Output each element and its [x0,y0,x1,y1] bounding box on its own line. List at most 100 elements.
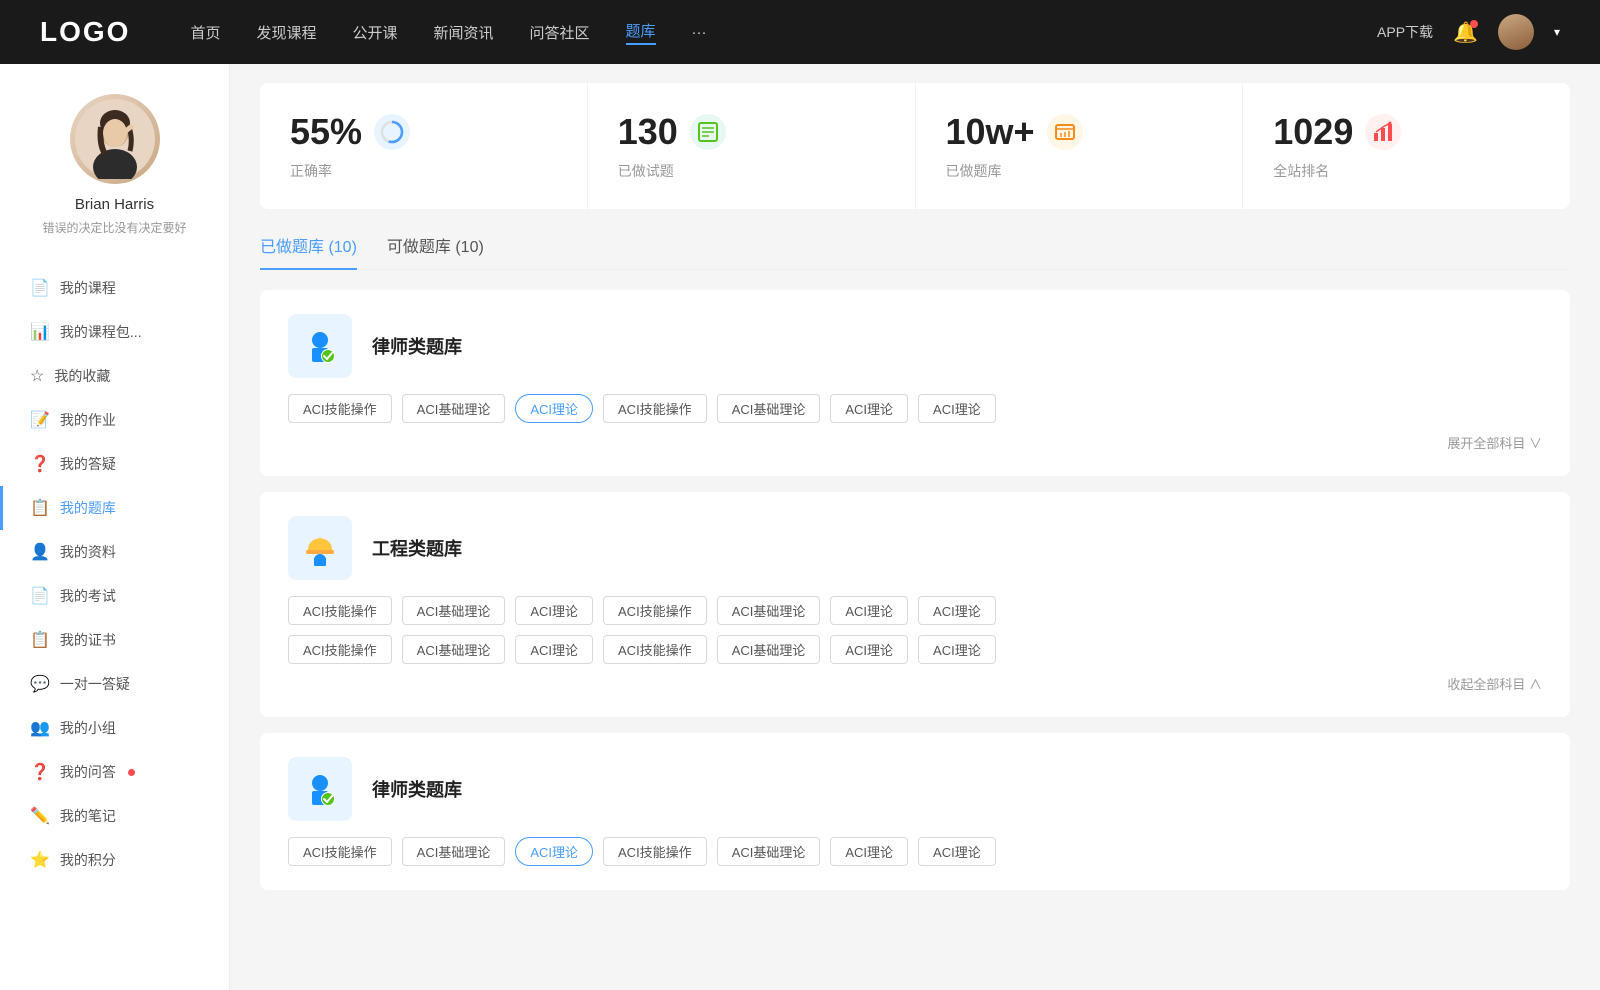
sidebar-item-course-pack-label: 我的课程包... [60,322,142,342]
tab-available-banks[interactable]: 可做题库 (10) [387,233,484,269]
bank-tag-1-r2-5[interactable]: ACI理论 [830,635,908,664]
bank-tag-0-6[interactable]: ACI理论 [918,394,996,423]
user-dropdown-arrow[interactable]: ▾ [1554,25,1560,39]
bank-tag-1-r2-1[interactable]: ACI基础理论 [402,635,506,664]
bank-tag-2-6[interactable]: ACI理论 [918,837,996,866]
favorites-icon: ☆ [30,366,44,386]
bank-section-lawyer-1: 律师类题库 ACI技能操作 ACI基础理论 ACI理论 ACI技能操作 ACI基… [260,290,1570,476]
sidebar-item-certificate[interactable]: 📋 我的证书 [0,618,229,662]
sidebar-item-homework[interactable]: 📝 我的作业 [0,398,229,442]
nav-home[interactable]: 首页 [190,22,220,43]
sidebar-item-group[interactable]: 👥 我的小组 [0,706,229,750]
exam-icon: 📄 [30,586,50,606]
sidebar-item-points[interactable]: ⭐ 我的积分 [0,838,229,882]
stat-rank-value: 1029 [1273,111,1353,153]
sidebar-item-notes[interactable]: ✏️ 我的笔记 [0,794,229,838]
sidebar-item-bank-label: 我的题库 [60,498,116,518]
bank-tag-1-r2-2[interactable]: ACI理论 [515,635,593,664]
sidebar-item-course-pack[interactable]: 📊 我的课程包... [0,310,229,354]
header-right: APP下载 🔔 ▾ [1377,14,1560,50]
sidebar-item-qa-label: 我的答疑 [60,454,116,474]
sidebar-item-group-label: 我的小组 [60,718,116,738]
bank-tag-2-2[interactable]: ACI理论 [515,837,593,866]
course-pack-icon: 📊 [30,322,50,342]
nav-bank[interactable]: 题库 [626,20,656,45]
notification-icon[interactable]: 🔔 [1453,20,1478,45]
profile-icon: 👤 [30,542,50,562]
bank-tag-1-0[interactable]: ACI技能操作 [288,596,392,625]
bank-tag-1-3[interactable]: ACI技能操作 [603,596,707,625]
bank-tag-1-4[interactable]: ACI基础理论 [717,596,821,625]
expand-link-0[interactable]: 展开全部科目 ∨ [288,433,1542,452]
stat-accuracy-icon [374,114,410,150]
sidebar-item-exam-label: 我的考试 [60,586,116,606]
bank-tag-1-1[interactable]: ACI基础理论 [402,596,506,625]
sidebar-item-favorites-label: 我的收藏 [54,366,110,386]
avatar[interactable] [1498,14,1534,50]
stat-rank: 1029 全站排名 [1243,83,1570,209]
bank-tags-lawyer-2: ACI技能操作 ACI基础理论 ACI理论 ACI技能操作 ACI基础理论 AC… [288,837,1542,866]
bank-icon-engineer [288,516,352,580]
nav-open-course[interactable]: 公开课 [352,22,397,43]
sidebar-item-my-qa[interactable]: ❓ 我的问答 [0,750,229,794]
sidebar-item-bank[interactable]: 📋 我的题库 [0,486,229,530]
bank-tag-1-r2-6[interactable]: ACI理论 [918,635,996,664]
stat-done-banks-value: 10w+ [946,111,1035,153]
bank-tag-0-0[interactable]: ACI技能操作 [288,394,392,423]
bank-tag-1-r2-0[interactable]: ACI技能操作 [288,635,392,664]
stat-done-questions-label: 已做试题 [618,161,885,181]
nav-more[interactable]: ··· [692,24,707,41]
bank-tag-2-3[interactable]: ACI技能操作 [603,837,707,866]
bank-header-lawyer-1: 律师类题库 [288,314,1542,378]
sidebar-item-exam[interactable]: 📄 我的考试 [0,574,229,618]
nav-qa[interactable]: 问答社区 [530,22,590,43]
sidebar-menu: 📄 我的课程 📊 我的课程包... ☆ 我的收藏 📝 我的作业 ❓ 我的答疑 📋… [0,256,229,892]
nav-discover[interactable]: 发现课程 [256,22,316,43]
sidebar-item-course[interactable]: 📄 我的课程 [0,266,229,310]
stat-accuracy-top: 55% [290,111,557,153]
sidebar-item-tutoring[interactable]: 💬 一对一答疑 [0,662,229,706]
sidebar-item-my-qa-label: 我的问答 [60,762,116,782]
bank-section-engineer: 工程类题库 ACI技能操作 ACI基础理论 ACI理论 ACI技能操作 ACI基… [260,492,1570,717]
course-icon: 📄 [30,278,50,298]
bank-tags-engineer-row2: ACI技能操作 ACI基础理论 ACI理论 ACI技能操作 ACI基础理论 AC… [288,635,1542,664]
sidebar-item-qa[interactable]: ❓ 我的答疑 [0,442,229,486]
sidebar-profile: Brian Harris 错误的决定比没有决定要好 [0,64,229,256]
main-nav: 首页 发现课程 公开课 新闻资讯 问答社区 题库 ··· [190,20,1377,45]
bank-tag-1-r2-3[interactable]: ACI技能操作 [603,635,707,664]
profile-motto: 错误的决定比没有决定要好 [42,219,186,236]
app-download-button[interactable]: APP下载 [1377,22,1433,42]
stats-row: 55% 正确率 130 [260,83,1570,209]
bank-tag-0-4[interactable]: ACI基础理论 [717,394,821,423]
sidebar-item-profile-label: 我的资料 [60,542,116,562]
sidebar-item-profile[interactable]: 👤 我的资料 [0,530,229,574]
stat-rank-top: 1029 [1273,111,1540,153]
qa-icon: ❓ [30,454,50,474]
bank-tag-1-6[interactable]: ACI理论 [918,596,996,625]
stat-rank-label: 全站排名 [1273,161,1540,181]
sidebar-item-favorites[interactable]: ☆ 我的收藏 [0,354,229,398]
bank-tag-0-1[interactable]: ACI基础理论 [402,394,506,423]
bank-tag-2-5[interactable]: ACI理论 [830,837,908,866]
bank-tag-1-r2-4[interactable]: ACI基础理论 [717,635,821,664]
tab-done-banks[interactable]: 已做题库 (10) [260,233,357,269]
stat-accuracy: 55% 正确率 [260,83,588,209]
stat-done-questions-icon [690,114,726,150]
bank-tag-0-5[interactable]: ACI理论 [830,394,908,423]
bank-tag-2-1[interactable]: ACI基础理论 [402,837,506,866]
stat-done-questions: 130 已做试题 [588,83,916,209]
stat-done-banks-label: 已做题库 [946,161,1213,181]
stat-done-questions-value: 130 [618,111,678,153]
bank-tag-0-3[interactable]: ACI技能操作 [603,394,707,423]
bank-tag-1-2[interactable]: ACI理论 [515,596,593,625]
bank-tag-0-2[interactable]: ACI理论 [515,394,593,423]
bank-tag-2-4[interactable]: ACI基础理论 [717,837,821,866]
bank-tag-2-0[interactable]: ACI技能操作 [288,837,392,866]
nav-news[interactable]: 新闻资讯 [434,22,494,43]
certificate-icon: 📋 [30,630,50,650]
sidebar-item-certificate-label: 我的证书 [60,630,116,650]
bank-tag-1-5[interactable]: ACI理论 [830,596,908,625]
collapse-link-1[interactable]: 收起全部科目 ∧ [288,674,1542,693]
sidebar-item-notes-label: 我的笔记 [60,806,116,826]
bank-tags-engineer-row1: ACI技能操作 ACI基础理论 ACI理论 ACI技能操作 ACI基础理论 AC… [288,596,1542,625]
